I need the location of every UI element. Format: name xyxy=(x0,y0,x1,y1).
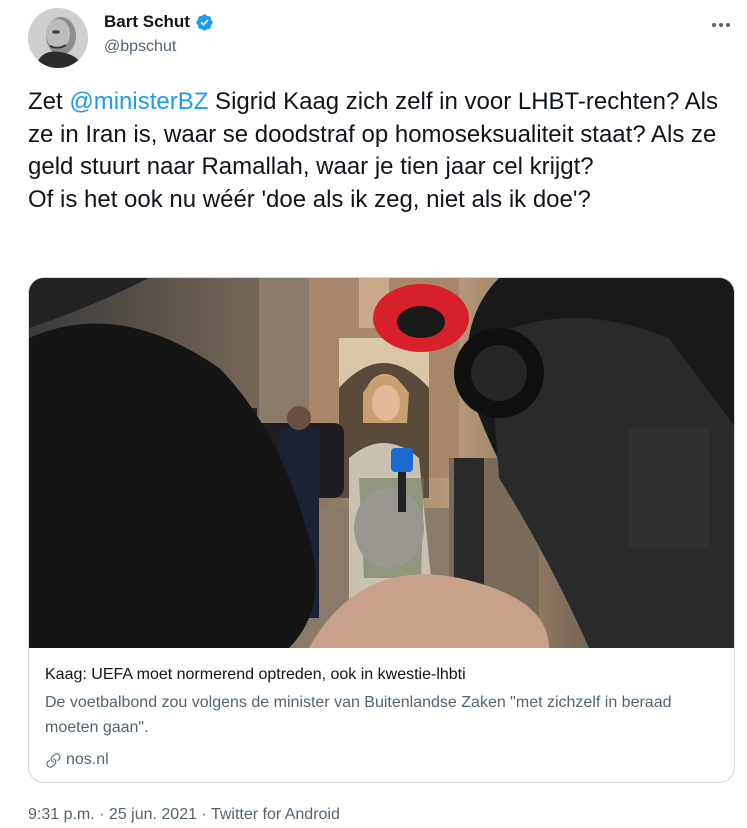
link-card-body: Kaag: UEFA moet normerend optreden, ook … xyxy=(29,649,734,771)
author-handle[interactable]: @bpschut xyxy=(104,38,176,56)
mention-link[interactable]: @ministerBZ xyxy=(69,88,208,115)
link-card-domain[interactable]: nos.nl xyxy=(66,749,109,771)
link-card-domain-row: nos.nl xyxy=(45,749,720,771)
tweet-text: Zet @ministerBZ Sigrid Kaag zich zelf in… xyxy=(28,86,728,216)
avatar[interactable] xyxy=(28,8,88,68)
link-card-description: De voetbalbond zou volgens de minister v… xyxy=(45,694,672,736)
tweet-time[interactable]: 9:31 p.m. xyxy=(28,806,95,823)
tweet: Bart Schut @bpschut Zet @ministerBZ Sigr… xyxy=(0,0,747,828)
link-card-image[interactable] xyxy=(29,278,734,648)
more-options-icon[interactable] xyxy=(706,10,736,40)
link-card[interactable]: Kaag: UEFA moet normerend optreden, ook … xyxy=(28,277,735,783)
link-card-title: Kaag: UEFA moet normerend optreden, ook … xyxy=(45,666,466,683)
news-photo xyxy=(29,278,734,648)
tweet-text-start: Zet xyxy=(28,88,70,115)
author-name-row: Bart Schut xyxy=(104,12,214,32)
tweet-date[interactable]: 25 jun. 2021 xyxy=(109,806,197,823)
tweet-meta: 9:31 p.m. · 25 jun. 2021 · Twitter for A… xyxy=(28,806,340,824)
verified-badge-icon xyxy=(195,13,214,32)
meta-separator: · xyxy=(94,806,109,823)
author-display-name[interactable]: Bart Schut xyxy=(104,12,190,32)
tweet-source[interactable]: Twitter for Android xyxy=(211,806,340,823)
meta-separator: · xyxy=(197,806,211,823)
avatar-photo xyxy=(28,8,88,68)
link-icon xyxy=(45,752,62,769)
